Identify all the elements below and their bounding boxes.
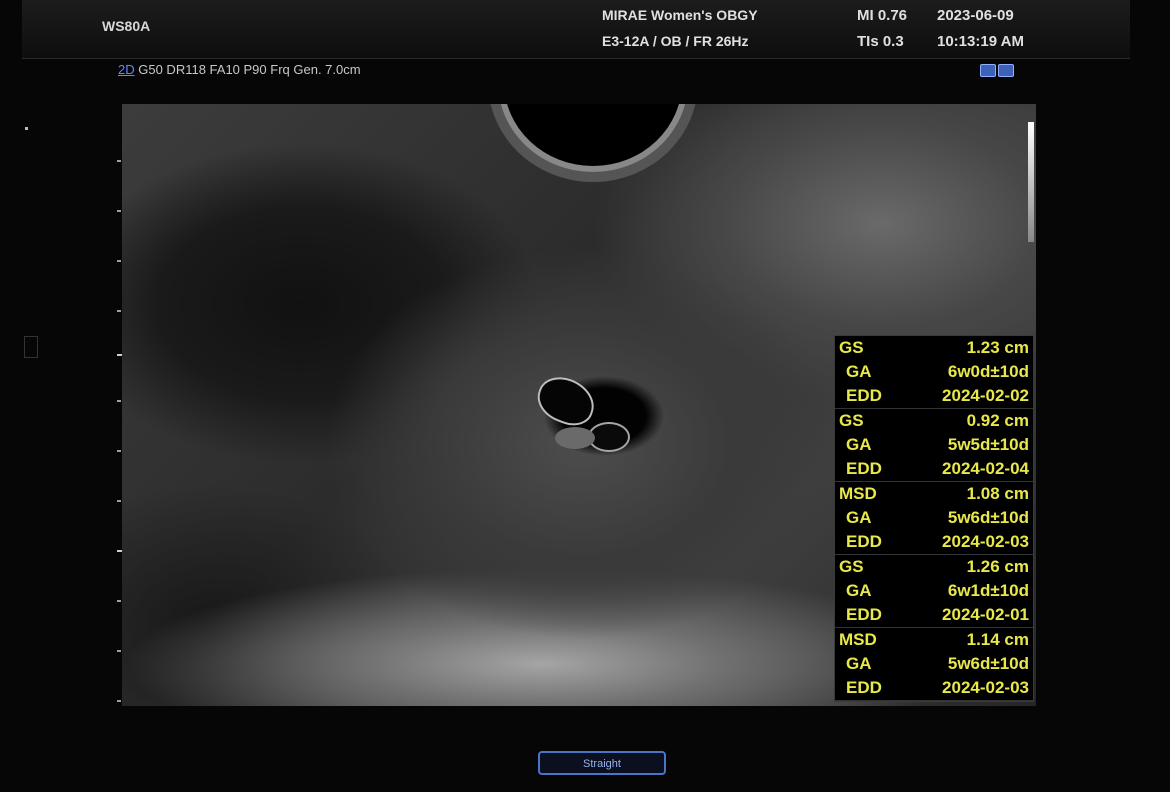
- exam-time: 10:13:19 AM: [937, 33, 1024, 50]
- measurement-group: MSD 1.14 cm GA 5w6d±10d EDD 2024-02-03: [835, 628, 1033, 701]
- scale-tick: [117, 450, 121, 452]
- grayscale-bar: [1028, 122, 1034, 242]
- measurement-row: GS 0.92 cm: [839, 411, 1029, 430]
- measurement-panel: GS 1.23 cm GA 6w0d±10d EDD 2024-02-02 GS 0.9…: [834, 335, 1034, 702]
- mi-value: MI 0.76: [857, 7, 908, 24]
- model-name: WS80A: [102, 18, 151, 34]
- orientation-dot-icon: [25, 127, 28, 130]
- measurement-group: GS 0.92 cm GA 5w5d±10d EDD 2024-02-04: [835, 409, 1033, 482]
- measurement-row: EDD 2024-02-02: [846, 386, 1029, 405]
- embryo-echo: [555, 427, 595, 449]
- measurement-row: EDD 2024-02-03: [846, 532, 1029, 551]
- scale-tick: [117, 500, 121, 502]
- top-right-icons: [980, 64, 1014, 77]
- measurement-group: GS 1.23 cm GA 6w0d±10d EDD 2024-02-02: [835, 336, 1033, 409]
- scale-tick: [117, 600, 121, 602]
- measurement-row: MSD 1.08 cm: [839, 484, 1029, 503]
- measurement-row: GS 1.26 cm: [839, 557, 1029, 576]
- measurement-row: EDD 2024-02-04: [846, 459, 1029, 478]
- ultrasound-screen: WS80A MIRAE Women's OBGY E3-12A / OB / F…: [0, 0, 1170, 792]
- scale-tick: [117, 160, 121, 162]
- measurement-row: GA 5w6d±10d: [846, 654, 1029, 673]
- measurement-group: GS 1.26 cm GA 6w1d±10d EDD 2024-02-01: [835, 555, 1033, 628]
- measurement-row: EDD 2024-02-03: [846, 678, 1029, 697]
- settings-text: G50 DR118 FA10 P90 Frq Gen. 7.0cm: [138, 62, 361, 77]
- probe-icon[interactable]: [980, 64, 996, 77]
- measurement-group: MSD 1.08 cm GA 5w6d±10d EDD 2024-02-03: [835, 482, 1033, 555]
- scale-tick: [117, 310, 121, 312]
- imaging-parameters: 2D G50 DR118 FA10 P90 Frq Gen. 7.0cm: [118, 62, 361, 77]
- scale-tick: [117, 700, 121, 702]
- measurement-row: EDD 2024-02-01: [846, 605, 1029, 624]
- marker-icon[interactable]: [998, 64, 1014, 77]
- probe-info: E3-12A / OB / FR 26Hz: [602, 33, 749, 49]
- measurement-row: GA 5w5d±10d: [846, 435, 1029, 454]
- measurement-row: MSD 1.14 cm: [839, 630, 1029, 649]
- transducer-arc: [498, 104, 688, 172]
- gestational-sac: [531, 370, 601, 432]
- institution-name: MIRAE Women's OBGY: [602, 7, 758, 23]
- measurement-row: GA 6w1d±10d: [846, 581, 1029, 600]
- measurement-row: GA 5w6d±10d: [846, 508, 1029, 527]
- side-panel-handle[interactable]: [24, 336, 38, 358]
- header-bar: WS80A MIRAE Women's OBGY E3-12A / OB / F…: [22, 0, 1130, 59]
- straight-button[interactable]: Straight: [538, 751, 666, 775]
- scale-tick: [117, 400, 121, 402]
- scale-tick: [117, 260, 121, 262]
- scale-tick: [117, 210, 121, 212]
- tis-value: TIs 0.3: [857, 33, 904, 50]
- exam-date: 2023-06-09: [937, 7, 1014, 24]
- scale-tick: [117, 650, 121, 652]
- mode-2d-link[interactable]: 2D: [118, 62, 135, 77]
- measurement-row: GA 6w0d±10d: [846, 362, 1029, 381]
- measurement-row: GS 1.23 cm: [839, 338, 1029, 357]
